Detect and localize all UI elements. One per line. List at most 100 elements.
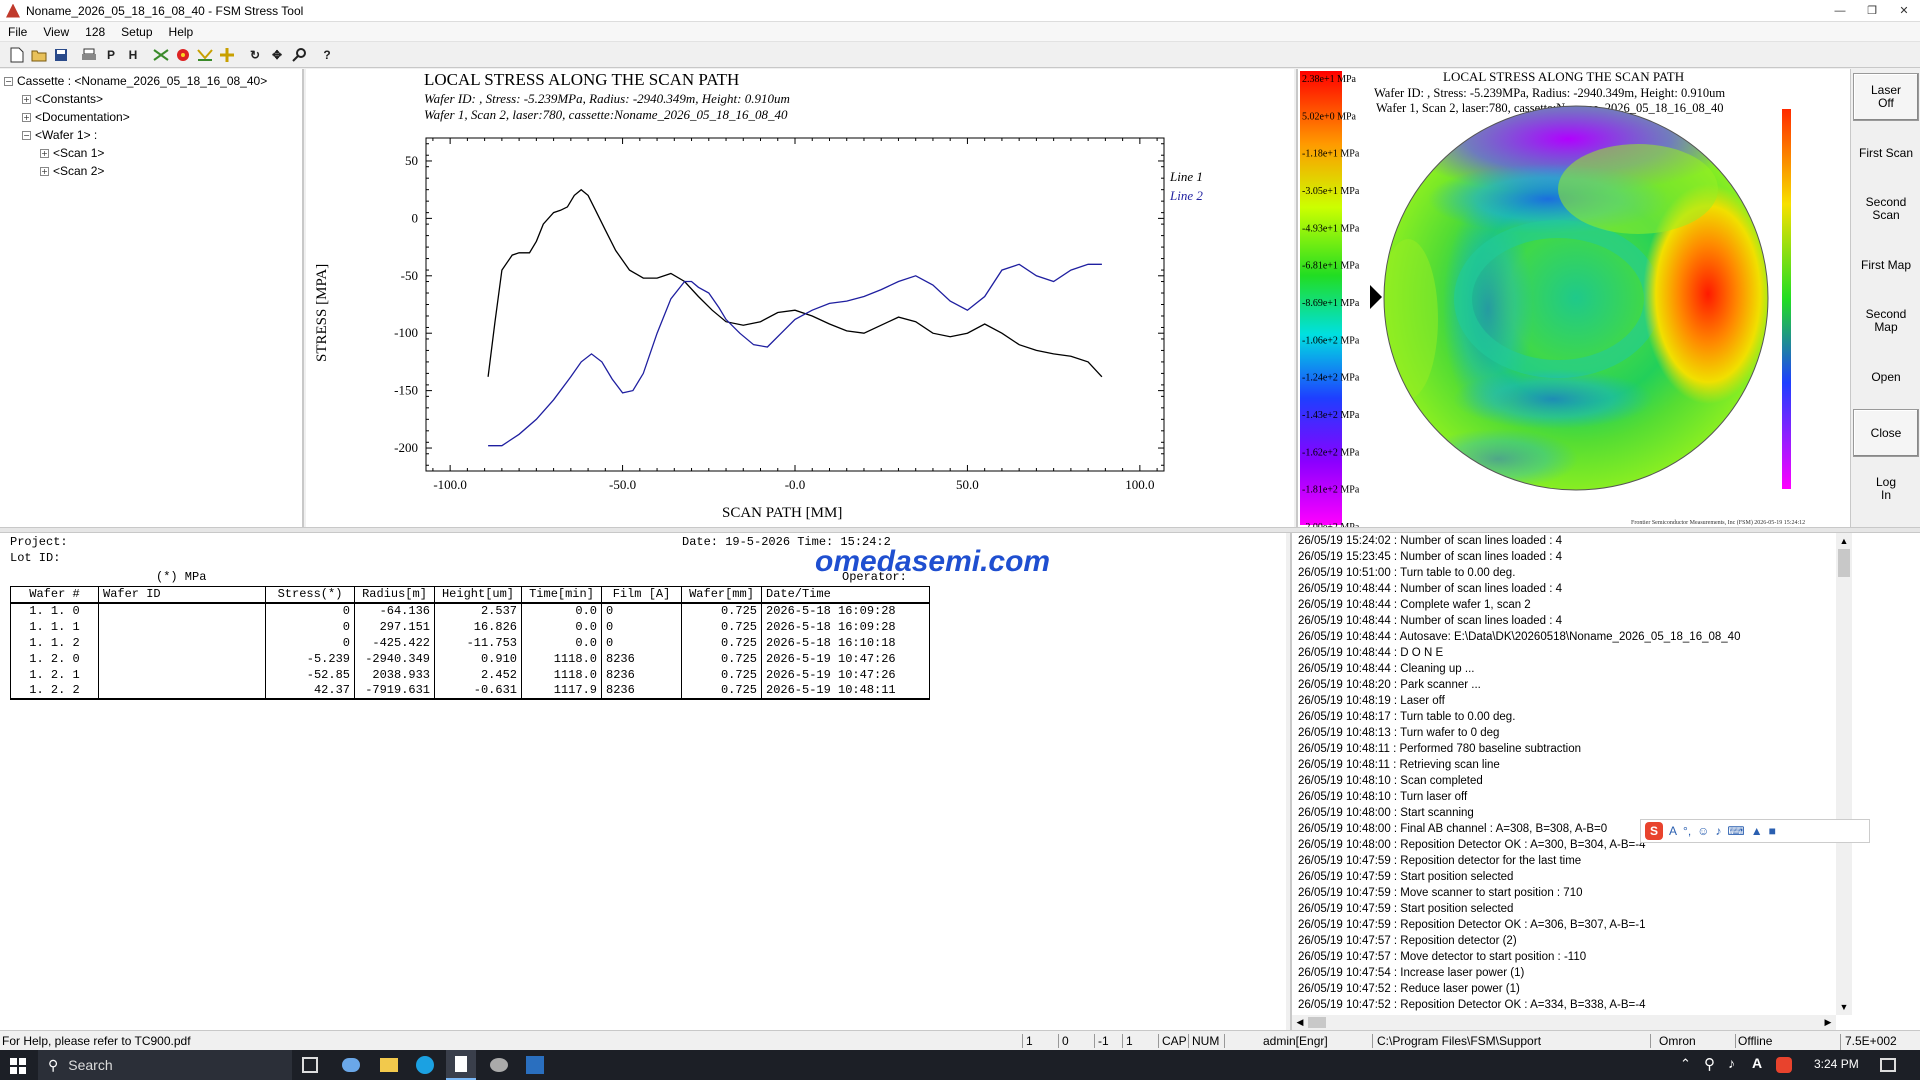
expand-icon[interactable]: + [40,166,49,176]
ime-tray-icon[interactable] [1776,1057,1792,1073]
expand-icon[interactable]: + [40,148,49,158]
menu-setup[interactable]: Setup [113,25,160,39]
ime-voice-icon[interactable]: ♪ [1715,824,1721,838]
log-line[interactable]: 26/05/19 10:47:59 : Start position selec… [1292,901,1836,917]
target-icon[interactable] [216,44,238,66]
first-map-button[interactable]: First Map [1853,241,1919,289]
scroll-right-icon[interactable]: ▶ [1820,1015,1836,1030]
tree-node-cassette[interactable]: − Cassette : <Noname_2026_05_18_16_08_40> [4,72,302,90]
ime-punct-icon[interactable]: °, [1683,824,1691,838]
move-icon[interactable]: ✥ [266,44,288,66]
table-row[interactable]: 1. 1. 0 0 -64.136 2.537 0.0 0 0.725 2026-5-18 1… [10,602,930,619]
table-row[interactable]: 1. 1. 2 0 -425.422 -11.753 0.0 0 0.725 2026-5-1… [10,634,930,651]
log-line[interactable]: 26/05/19 10:47:54 : Increase laser power… [1292,965,1836,981]
taskbar-active-app-icon[interactable] [446,1050,476,1080]
hscroll-thumb[interactable] [1308,1017,1326,1028]
close-icon[interactable]: ✕ [1888,0,1920,22]
network-icon[interactable]: ⚲ [1704,1055,1715,1073]
col-film[interactable]: Film [A] [601,586,682,604]
col-wafer-num[interactable]: Wafer # [10,586,99,604]
h-button[interactable]: H [122,44,144,66]
table-row[interactable]: 1. 2. 0 -5.239 -2940.349 0.910 1118.0 8236 0.7… [10,650,930,667]
tree-node-scan-1[interactable]: + <Scan 1> [4,144,302,162]
zoom-icon[interactable] [288,44,310,66]
log-line[interactable]: 26/05/19 10:48:10 : Turn laser off [1292,789,1836,805]
open-button[interactable]: Open [1853,353,1919,401]
close-button[interactable]: Close [1853,409,1919,457]
ime-mode-icon[interactable]: A [1669,824,1677,838]
log-line[interactable]: 26/05/19 10:48:44 : Cleaning up ... [1292,661,1836,677]
taskbar-clock[interactable]: 3:24 PM [1814,1057,1859,1071]
menu-128[interactable]: 128 [77,25,113,39]
log-line[interactable]: 26/05/19 10:47:59 : Move scanner to star… [1292,885,1836,901]
menu-help[interactable]: Help [161,25,202,39]
print-icon[interactable] [78,44,100,66]
col-stress[interactable]: Stress(*) [265,586,355,604]
new-file-icon[interactable] [6,44,28,66]
ime-toolbar[interactable]: S A °, ☺ ♪ ⌨ ▲ ■ [1640,819,1870,843]
log-line[interactable]: 26/05/19 10:47:59 : Reposition Detector … [1292,917,1836,933]
minimize-icon[interactable]: — [1824,0,1856,22]
log-line[interactable]: 26/05/19 10:48:11 : Retrieving scan line [1292,757,1836,773]
taskbar-fsm-app-icon[interactable] [526,1056,544,1074]
ime-settings-icon[interactable]: ■ [1769,824,1776,838]
event-log-list[interactable]: 26/05/19 15:24:02 : Number of scan lines… [1292,533,1836,1015]
log-line[interactable]: 26/05/19 10:48:17 : Turn table to 0.00 d… [1292,709,1836,725]
first-scan-button[interactable]: First Scan [1853,129,1919,177]
rotate-icon[interactable]: ↻ [244,44,266,66]
col-radius[interactable]: Radius[m] [354,586,435,604]
save-icon[interactable] [50,44,72,66]
notification-icon[interactable] [1880,1058,1896,1072]
col-time[interactable]: Time[min] [521,586,602,604]
second-scan-button[interactable]: Second Scan [1853,185,1919,233]
ime-skin-icon[interactable]: ▲ [1751,824,1763,838]
detector-icon[interactable] [194,44,216,66]
log-line[interactable]: 26/05/19 10:48:44 : Number of scan lines… [1292,613,1836,629]
taskbar-app-cloud-icon[interactable] [342,1058,360,1072]
log-line[interactable]: 26/05/19 15:23:45 : Number of scan lines… [1292,549,1836,565]
menu-view[interactable]: View [35,25,77,39]
scroll-left-icon[interactable]: ◀ [1292,1015,1308,1030]
ime-language-icon[interactable]: A [1752,1055,1762,1071]
laser-icon[interactable] [172,44,194,66]
col-wafer-id[interactable]: Wafer ID [98,586,266,604]
tree-node-constants[interactable]: + <Constants> [4,90,302,108]
col-height[interactable]: Height[um] [434,586,522,604]
log-line[interactable]: 26/05/19 10:48:11 : Performed 780 baseli… [1292,741,1836,757]
table-row[interactable]: 1. 2. 1 -52.85 2038.933 2.452 1118.0 8236 0.72… [10,666,930,683]
help-icon[interactable]: ? [316,44,338,66]
table-row[interactable]: 1. 1. 1 0 297.151 16.826 0.0 0 0.725 2026-5-18 … [10,618,930,635]
menu-file[interactable]: File [0,25,35,39]
log-line[interactable]: 26/05/19 10:47:52 : Reposition Detector … [1292,997,1836,1013]
log-line[interactable]: 26/05/19 15:24:02 : Number of scan lines… [1292,533,1836,549]
edge-browser-icon[interactable] [416,1056,434,1074]
task-view-icon[interactable] [302,1057,318,1073]
log-line[interactable]: 26/05/19 10:48:44 : Complete wafer 1, sc… [1292,597,1836,613]
second-map-button[interactable]: Second Map [1853,297,1919,345]
ime-emoji-icon[interactable]: ☺ [1697,824,1709,838]
scan-lines-icon[interactable] [150,44,172,66]
col-date-time[interactable]: Date/Time [761,586,930,604]
log-line[interactable]: 26/05/19 10:51:00 : Turn table to 0.00 d… [1292,565,1836,581]
windows-start-icon[interactable] [10,1058,26,1074]
scroll-up-icon[interactable]: ▲ [1836,533,1852,549]
log-in-button[interactable]: Log In [1853,465,1919,513]
log-line[interactable]: 26/05/19 10:48:44 : Autosave: E:\Data\DK… [1292,629,1836,645]
tree-node-documentation[interactable]: + <Documentation> [4,108,302,126]
laser-off-button[interactable]: Laser Off [1853,73,1919,121]
ime-keyboard-icon[interactable]: ⌨ [1727,824,1744,838]
scroll-down-icon[interactable]: ▼ [1836,999,1852,1015]
table-row[interactable]: 1. 2. 2 42.37 -7919.631 -0.631 1117.9 8236 0.7… [10,682,930,700]
open-folder-icon[interactable] [28,44,50,66]
col-wafer-mm[interactable]: Wafer[mm] [681,586,762,604]
log-line[interactable]: 26/05/19 10:47:59 : Start position selec… [1292,869,1836,885]
log-line[interactable]: 26/05/19 10:48:44 : Number of scan lines… [1292,581,1836,597]
ime-logo-icon[interactable]: S [1645,822,1663,840]
tree-node-scan-2[interactable]: + <Scan 2> [4,162,302,180]
p-button[interactable]: P [100,44,122,66]
log-line[interactable]: 26/05/19 10:47:57 : Reposition detector … [1292,933,1836,949]
restore-icon[interactable]: ❐ [1856,0,1888,22]
log-line[interactable]: 26/05/19 10:48:13 : Turn wafer to 0 deg [1292,725,1836,741]
expand-icon[interactable]: + [22,94,31,104]
log-line[interactable]: 26/05/19 10:48:10 : Scan completed [1292,773,1836,789]
